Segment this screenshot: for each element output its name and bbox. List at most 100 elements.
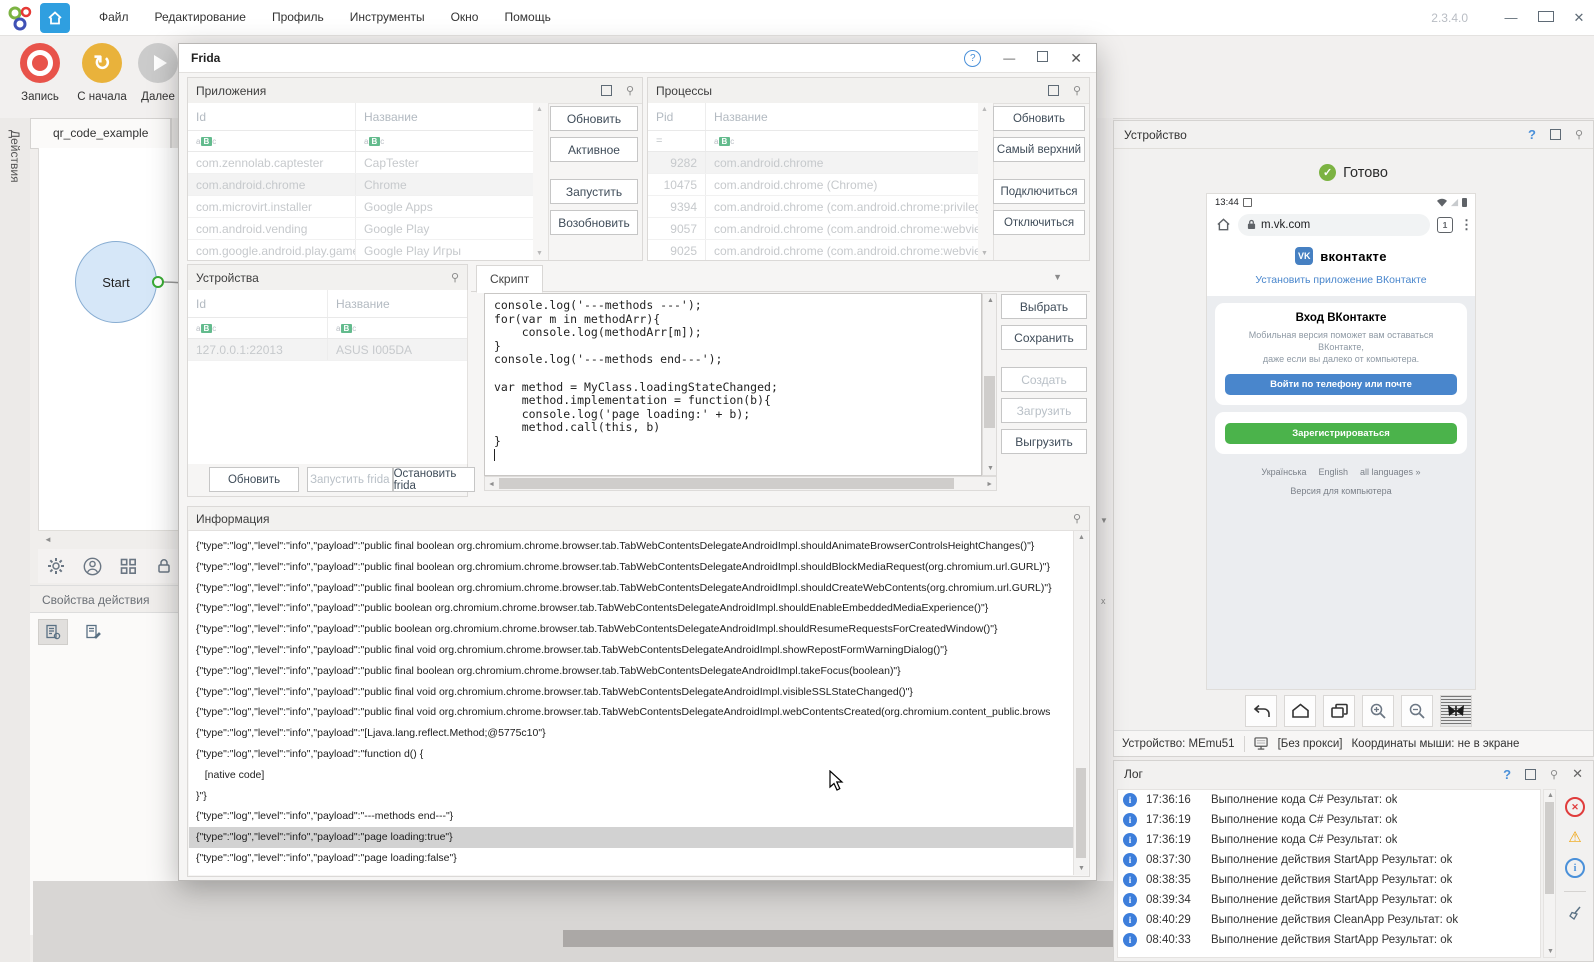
application-row[interactable]: com.microvirt.installer Google Apps (188, 196, 533, 218)
menu-item[interactable]: Файл (86, 0, 142, 35)
editor-hscrollbar[interactable]: ◄ ► (484, 476, 997, 491)
record-button[interactable]: Запись (12, 43, 68, 103)
menu-item[interactable]: Инструменты (337, 0, 438, 35)
pin-icon[interactable]: ⚲ (626, 84, 634, 97)
back-button[interactable] (1245, 695, 1277, 727)
devices-action-button[interactable]: Остановить frida (393, 467, 475, 492)
recent-apps-button[interactable] (1323, 695, 1355, 727)
language-link[interactable]: all languages » (1360, 467, 1421, 477)
tab-script[interactable]: Скрипт (476, 265, 543, 293)
language-link[interactable]: English (1318, 467, 1348, 477)
vk-desktop-link[interactable]: Версия для компьютера (1207, 486, 1475, 496)
zoom-in-button[interactable] (1362, 695, 1394, 727)
language-link[interactable]: Українська (1261, 467, 1306, 477)
frida-maximize-button[interactable] (1037, 51, 1048, 65)
applications-action-button[interactable]: Запустить (550, 179, 638, 204)
application-row[interactable]: com.android.chrome Chrome (188, 174, 533, 196)
help-icon[interactable]: ? (1528, 127, 1536, 142)
log-line[interactable]: {"type":"log","level":"info","payload":"… (189, 848, 1074, 869)
application-row[interactable]: com.android.vending Google Play (188, 218, 533, 240)
error-filter-icon[interactable]: ✕ (1565, 797, 1585, 817)
log-line[interactable]: {"type":"log","level":"info","payload":"… (189, 578, 1074, 599)
grid-view-icon[interactable] (118, 556, 138, 576)
log-line[interactable]: {"type":"log","level":"info","payload":"… (189, 619, 1074, 640)
process-row[interactable]: 9394 com.android.chrome (com.android.chr… (648, 196, 978, 218)
restart-button[interactable]: ↻ С начала (74, 43, 130, 103)
column-id[interactable]: Id (188, 290, 328, 317)
process-row[interactable]: 9282 com.android.chrome (648, 152, 978, 174)
log-line[interactable]: {"type":"log","level":"info","payload":"… (189, 661, 1074, 682)
log-entry[interactable]: i 08:40:29 Выполнение действия CleanApp … (1118, 910, 1540, 930)
properties-settings-icon[interactable] (38, 619, 68, 645)
process-row[interactable]: 9057 com.android.chrome (com.android.chr… (648, 218, 978, 240)
devices-action-button[interactable]: Обновить (209, 467, 299, 492)
filter-cell[interactable]: aBc (356, 131, 533, 151)
settings-gear-icon[interactable] (46, 556, 66, 576)
applications-action-button[interactable]: Обновить (550, 106, 638, 131)
properties-edit-icon[interactable] (79, 620, 107, 644)
maximize-panel-icon[interactable] (1048, 85, 1059, 96)
butterfly-mode-button[interactable] (1440, 695, 1472, 727)
script-action-button[interactable]: Создать (1001, 367, 1087, 392)
process-row[interactable]: 9025 com.android.chrome (com.android.chr… (648, 240, 978, 260)
log-line[interactable]: [native code] (189, 765, 1074, 786)
log-line[interactable]: {"type":"log","level":"info","payload":"… (189, 723, 1074, 744)
chevron-down-icon[interactable]: ▼ (1053, 272, 1062, 282)
warning-filter-icon[interactable]: ⚠ (1568, 830, 1581, 845)
scroll-down-arrow[interactable]: ▼ (1100, 516, 1108, 525)
log-line[interactable]: {"type":"log","level":"info","payload":"… (189, 598, 1074, 619)
log-entry[interactable]: i 08:37:30 Выполнение действия StartApp … (1118, 850, 1540, 870)
log-entry[interactable]: i 08:39:34 Выполнение действия StartApp … (1118, 890, 1540, 910)
processes-action-button[interactable]: Самый верхний (993, 137, 1085, 162)
log-line[interactable]: {"type":"log","level":"info","payload":"… (189, 640, 1074, 661)
lock-icon[interactable] (154, 556, 174, 576)
applications-action-button[interactable]: Возобновить (550, 210, 638, 235)
close-panel-icon[interactable]: ✕ (1572, 766, 1583, 782)
small-close-icon[interactable]: х (1101, 596, 1106, 606)
column-name[interactable]: Название (328, 290, 467, 317)
log-line[interactable]: {"type":"log","level":"info","payload":"… (189, 744, 1074, 765)
tab-counter[interactable]: 1 (1437, 217, 1453, 233)
menu-item[interactable]: Помощь (491, 0, 563, 35)
filter-cell[interactable]: = (648, 131, 706, 151)
pin-icon[interactable]: ⚲ (1073, 512, 1081, 525)
maximize-panel-icon[interactable] (601, 85, 612, 96)
profile-person-icon[interactable] (82, 556, 102, 576)
start-node[interactable]: Start (75, 241, 157, 323)
script-action-button[interactable]: Выбрать (1001, 294, 1087, 319)
applications-action-button[interactable]: Активное (550, 137, 638, 162)
column-pid[interactable]: Pid (648, 103, 706, 130)
vk-register-button[interactable]: Зарегистрироваться (1225, 423, 1457, 444)
processes-action-button[interactable]: Отключиться (993, 210, 1085, 235)
log-entry[interactable]: i 08:40:33 Выполнение действия StartApp … (1118, 930, 1540, 950)
log-line[interactable]: {"type":"log","level":"info","payload":"… (189, 806, 1074, 827)
applications-scrollbar[interactable]: ▲▼ (533, 103, 549, 260)
process-row[interactable]: 10475 com.android.chrome (Chrome) (648, 174, 978, 196)
pin-icon[interactable]: ⚲ (1550, 768, 1558, 781)
column-id[interactable]: Id (188, 103, 356, 130)
frida-close-button[interactable]: ✕ (1070, 50, 1082, 67)
information-scrollbar[interactable]: ▲ ▼ (1073, 531, 1088, 875)
log-entry[interactable]: i 08:38:35 Выполнение действия StartApp … (1118, 870, 1540, 890)
browser-menu-icon[interactable]: ⋮ (1460, 222, 1466, 228)
pin-icon[interactable]: ⚲ (1575, 128, 1583, 141)
next-button[interactable]: Далее (138, 43, 178, 103)
script-action-button[interactable]: Загрузить (1001, 398, 1087, 423)
log-scrollbar[interactable]: ▲ ▼ (1543, 789, 1556, 958)
help-icon[interactable]: ? (1503, 767, 1511, 782)
clear-log-broom-icon[interactable] (1567, 905, 1583, 921)
close-button[interactable]: ✕ (1572, 10, 1586, 26)
column-name[interactable]: Название (706, 103, 978, 130)
menu-item[interactable]: Профиль (259, 0, 337, 35)
frida-help-icon[interactable]: ? (964, 50, 981, 67)
log-line[interactable]: }"} (189, 786, 1074, 807)
script-action-button[interactable]: Выгрузить (1001, 429, 1087, 454)
url-field[interactable]: m.vk.com (1238, 214, 1430, 236)
frida-minimize-button[interactable]: — (1003, 51, 1015, 65)
maximize-panel-icon[interactable] (1525, 769, 1536, 780)
log-line[interactable]: {"type":"log","level":"info","payload":"… (189, 827, 1074, 848)
log-line[interactable]: {"type":"log","level":"info","payload":"… (189, 702, 1074, 723)
log-line[interactable]: {"type":"log","level":"info","payload":"… (189, 557, 1074, 578)
filter-cell[interactable]: aBc (328, 318, 467, 338)
android-home-button[interactable] (1284, 695, 1316, 727)
